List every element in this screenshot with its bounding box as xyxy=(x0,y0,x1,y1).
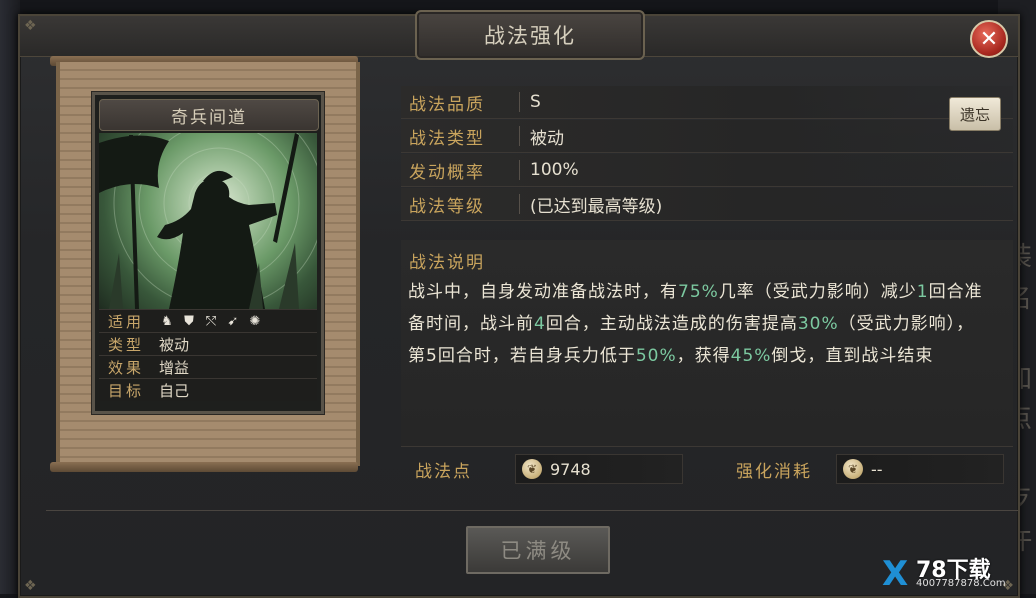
tactic-points-box: ❦ 9748 xyxy=(515,454,683,484)
background-left xyxy=(0,0,20,594)
description-text: 战斗中，自身发动准备战法时，有75%几率（受武力影响）减少1回合准备时间，战斗前… xyxy=(408,276,992,372)
spear-icon: ➹ xyxy=(227,313,239,329)
attr-label: 战法类型 xyxy=(409,128,485,149)
attr-label: 战法品质 xyxy=(409,94,485,115)
attr-value: 100% xyxy=(530,160,579,180)
attr-row-quality: 战法品质 S xyxy=(401,86,1013,119)
attr-row-type: 战法类型 被动 xyxy=(401,120,1013,153)
cavalry-icon: ♞ xyxy=(161,313,173,329)
info-row-applicable: 适用 ♞ ⛊ ⤲ ➹ ✺ xyxy=(99,309,317,332)
info-label: 目标 xyxy=(107,381,144,400)
tactic-name: 奇兵间道 xyxy=(99,99,319,131)
info-row-effect: 效果 增益 xyxy=(99,355,317,378)
upgrade-cost-label: 强化消耗 xyxy=(736,461,812,482)
corner-ornament-icon: ❖ xyxy=(24,578,37,594)
description-highlight: 50% xyxy=(635,346,677,366)
info-label: 适用 xyxy=(107,312,144,331)
attr-value: 被动 xyxy=(530,128,564,149)
upgrade-cost-value: -- xyxy=(871,459,883,479)
info-value: 自己 xyxy=(159,381,190,400)
attr-divider xyxy=(519,160,520,180)
attr-label: 战法等级 xyxy=(409,196,485,217)
unit-type-icons: ♞ ⛊ ⤲ ➹ ✺ xyxy=(153,313,263,329)
close-button[interactable]: ✕ xyxy=(970,20,1008,58)
info-label: 效果 xyxy=(107,358,144,377)
attr-value: S xyxy=(530,92,541,112)
bow-icon: ⤲ xyxy=(205,313,217,329)
info-value: 被动 xyxy=(159,335,190,354)
info-label: 类型 xyxy=(107,335,144,354)
description-segment: 战斗中，自身发动准备战法时，有 xyxy=(408,282,678,302)
shield-icon: ⛊ xyxy=(184,313,194,329)
description-highlight: 1 xyxy=(916,282,929,302)
close-icon: ✕ xyxy=(979,26,999,52)
tactic-points-row: 战法点 ❦ 9748 xyxy=(401,454,683,484)
watermark-logo: X 78下载 4007787878.Com xyxy=(882,552,1032,594)
tactic-points-label: 战法点 xyxy=(415,461,472,482)
tactic-upgrade-dialog: ❖ ❖ ❖ 战法强化 ✕ 奇兵间道 适用 ♞ ⛊ ⤲ ➹ ✺ 类型 被动 效果 … xyxy=(18,10,1020,598)
max-level-button[interactable]: 已满级 xyxy=(466,526,610,574)
forget-button[interactable]: 遗忘 xyxy=(949,97,1001,131)
attr-divider xyxy=(519,92,520,112)
description-highlight: 45% xyxy=(730,346,772,366)
corner-ornament-icon: ❖ xyxy=(24,18,37,34)
info-row-type: 类型 被动 xyxy=(99,332,317,355)
dialog-title: 战法强化 xyxy=(484,24,576,48)
tactic-points-value: 9748 xyxy=(550,459,591,479)
tactic-card: 奇兵间道 适用 ♞ ⛊ ⤲ ➹ ✺ 类型 被动 效果 增益 目标 自己 xyxy=(92,92,324,414)
description-highlight: 4 xyxy=(534,314,546,334)
description-highlight: 30% xyxy=(797,314,839,334)
scroll-rod-bottom xyxy=(50,462,358,472)
attr-row-probability: 发动概率 100% xyxy=(401,154,1013,187)
description-segment: 回合，主动战法造成的伤害提高 xyxy=(545,314,798,334)
feather-icon: ❦ xyxy=(843,459,863,479)
upgrade-cost-box: ❦ -- xyxy=(836,454,1004,484)
description-segment: ，获得 xyxy=(676,346,731,366)
attr-divider xyxy=(519,126,520,146)
tactic-art-image xyxy=(99,133,317,309)
description-segment: 几率（受武力影响）减少 xyxy=(718,282,917,302)
warrior-silhouette-icon xyxy=(99,133,317,309)
description-label: 战法说明 xyxy=(409,253,485,273)
info-value: 增益 xyxy=(159,358,190,377)
description-segment: 倒戈，直到战斗结束 xyxy=(771,346,934,366)
tactic-info-table: 适用 ♞ ⛊ ⤲ ➹ ✺ 类型 被动 效果 增益 目标 自己 xyxy=(99,309,317,401)
x-logo-icon: X xyxy=(882,554,909,594)
feather-icon: ❦ xyxy=(522,459,542,479)
description-highlight: 75% xyxy=(678,282,719,302)
chariot-icon: ✺ xyxy=(249,313,261,329)
attr-label: 发动概率 xyxy=(409,162,485,183)
title-plaque: 战法强化 xyxy=(415,10,645,60)
description-panel: 战法说明 战斗中，自身发动准备战法时，有75%几率（受武力影响）减少1回合准备时… xyxy=(401,240,1013,447)
info-row-target: 目标 自己 xyxy=(99,378,317,401)
upgrade-cost-row: 强化消耗 ❦ -- xyxy=(722,454,1004,484)
attr-divider xyxy=(519,194,520,214)
attr-value: (已达到最高等级) xyxy=(530,196,663,217)
watermark-url: 4007787878.Com xyxy=(916,578,1006,589)
footer-divider xyxy=(46,510,1018,511)
attr-row-level: 战法等级 (已达到最高等级) xyxy=(401,188,1013,221)
